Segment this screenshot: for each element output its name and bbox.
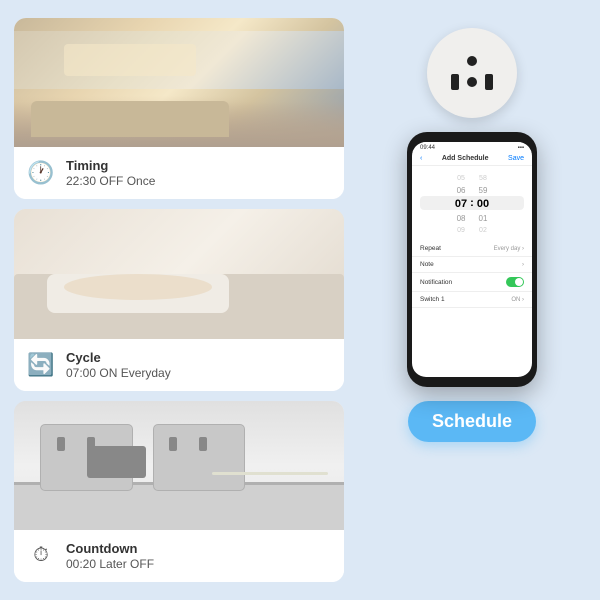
min-59: 59 bbox=[479, 185, 488, 196]
phone-mockup: 09:44 ▪▪▪ ‹ Add Schedule Save 0 bbox=[407, 132, 537, 387]
hour-09: 09 bbox=[457, 226, 465, 236]
plug-body bbox=[427, 28, 517, 118]
timing-sublabel: 22:30 OFF Once bbox=[66, 174, 155, 188]
cycle-sublabel: 07:00 ON Everyday bbox=[66, 366, 171, 380]
bedroom-image bbox=[14, 209, 344, 338]
plug-hole-left bbox=[451, 74, 459, 90]
notification-toggle[interactable] bbox=[506, 277, 524, 287]
cycle-info: 🔄 Cycle 07:00 ON Everyday bbox=[14, 339, 344, 391]
hour-05: 05 bbox=[457, 174, 465, 184]
switch-value: ON › bbox=[511, 297, 524, 303]
notification-row[interactable]: Notification bbox=[412, 273, 532, 292]
timing-image bbox=[14, 18, 344, 147]
phone-status-bar: 09:44 ▪▪▪ bbox=[412, 142, 532, 152]
note-row[interactable]: Note › bbox=[412, 257, 532, 273]
plug-hole-ground bbox=[467, 77, 477, 87]
hour-07-active: 07 bbox=[455, 197, 467, 212]
switch-label: Switch 1 bbox=[420, 296, 445, 303]
settings-list: Repeat Every day › Note › Notification bbox=[412, 239, 532, 377]
hour-08: 08 bbox=[457, 213, 466, 224]
hours-column: 05 06 07 08 09 bbox=[455, 174, 467, 235]
phone-screen: 09:44 ▪▪▪ ‹ Add Schedule Save 0 bbox=[412, 142, 532, 377]
status-icons: ▪▪▪ bbox=[518, 145, 524, 151]
plug-wall-image bbox=[14, 401, 344, 530]
countdown-info: ⏱ Countdown 00:20 Later OFF bbox=[14, 530, 344, 582]
schedule-button[interactable]: Schedule bbox=[408, 401, 536, 442]
cycle-text: Cycle 07:00 ON Everyday bbox=[66, 350, 171, 380]
left-column: 🕐 Timing 22:30 OFF Once 🔄 C bbox=[14, 18, 344, 582]
time-picker[interactable]: 05 06 07 08 09 : 58 59 00 01 bbox=[412, 166, 532, 239]
plug-camera bbox=[467, 56, 477, 66]
notification-label: Notification bbox=[420, 279, 452, 286]
min-58: 58 bbox=[479, 174, 487, 184]
countdown-text: Countdown 00:20 Later OFF bbox=[66, 541, 154, 571]
main-container: 🕐 Timing 22:30 OFF Once 🔄 C bbox=[0, 0, 600, 600]
plug-illustration bbox=[427, 28, 517, 118]
time-colon: : bbox=[470, 197, 474, 209]
living-room-image bbox=[14, 18, 344, 147]
countdown-label: Countdown bbox=[66, 541, 154, 556]
minutes-column: 58 59 00 01 02 bbox=[477, 174, 489, 235]
plug-holes bbox=[451, 74, 493, 90]
screen-title: Add Schedule bbox=[422, 155, 508, 162]
timing-icon: 🕐 bbox=[26, 160, 56, 186]
countdown-image bbox=[14, 401, 344, 530]
min-01: 01 bbox=[479, 213, 488, 224]
phone-notch bbox=[452, 132, 492, 140]
status-time: 09:44 bbox=[420, 145, 435, 151]
countdown-sublabel: 00:20 Later OFF bbox=[66, 557, 154, 571]
repeat-label: Repeat bbox=[420, 245, 441, 252]
schedule-button-label: Schedule bbox=[432, 411, 512, 432]
timing-card: 🕐 Timing 22:30 OFF Once bbox=[14, 18, 344, 199]
countdown-card: ⏱ Countdown 00:20 Later OFF bbox=[14, 401, 344, 582]
note-label: Note bbox=[420, 261, 434, 268]
cycle-image bbox=[14, 209, 344, 338]
phone-header: ‹ Add Schedule Save bbox=[412, 152, 532, 166]
switch-row[interactable]: Switch 1 ON › bbox=[412, 292, 532, 308]
plug-hole-right bbox=[485, 74, 493, 90]
min-02: 02 bbox=[479, 226, 487, 236]
cycle-label: Cycle bbox=[66, 350, 171, 365]
cycle-icon: 🔄 bbox=[26, 352, 56, 378]
save-button[interactable]: Save bbox=[508, 155, 524, 162]
timing-label: Timing bbox=[66, 158, 155, 173]
cycle-card: 🔄 Cycle 07:00 ON Everyday bbox=[14, 209, 344, 390]
hour-06: 06 bbox=[457, 185, 466, 196]
repeat-value: Every day › bbox=[494, 246, 524, 252]
phone-wrapper: 09:44 ▪▪▪ ‹ Add Schedule Save 0 bbox=[407, 132, 537, 387]
min-00-active: 00 bbox=[477, 197, 489, 212]
timing-info: 🕐 Timing 22:30 OFF Once bbox=[14, 147, 344, 199]
right-column: 09:44 ▪▪▪ ‹ Add Schedule Save 0 bbox=[358, 18, 586, 582]
timing-text: Timing 22:30 OFF Once bbox=[66, 158, 155, 188]
repeat-row[interactable]: Repeat Every day › bbox=[412, 241, 532, 257]
countdown-icon: ⏱ bbox=[26, 544, 56, 567]
note-value: › bbox=[522, 262, 524, 268]
